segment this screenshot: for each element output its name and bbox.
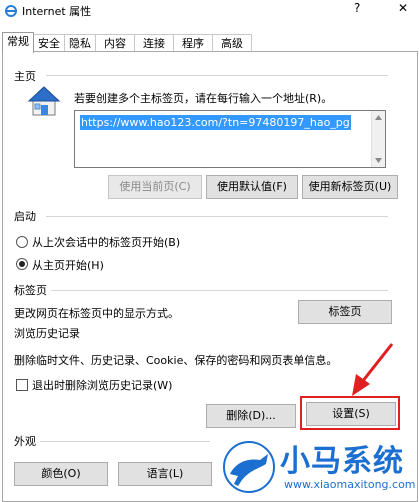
home-url-value: https://www.hao123.com/?tn=97480197_hao_… <box>80 115 351 130</box>
home-icon <box>27 86 61 116</box>
appearance-section-label: 外观 <box>14 433 40 449</box>
startup-radio-home[interactable] <box>16 258 28 270</box>
title-bar: Internet 属性 ? ✕ <box>0 0 420 28</box>
watermark-url: www.xiaomaxitong.com <box>284 478 416 491</box>
chevron-down-icon <box>375 158 382 163</box>
horse-logo-icon <box>223 441 275 493</box>
annotation-arrow-icon <box>352 343 394 396</box>
delete-history-button[interactable]: 删除(D)... <box>206 404 296 428</box>
tabs-description: 更改网页在标签页中的显示方式。 <box>14 307 179 320</box>
tabs-settings-button[interactable]: 标签页 <box>298 300 392 324</box>
watermark-text: 小马系统 <box>280 444 404 479</box>
close-button[interactable]: ✕ <box>398 1 408 15</box>
delete-on-exit-label: 退出时删除浏览历史记录(W) <box>32 379 173 392</box>
tab-content[interactable]: 内容 <box>95 34 135 52</box>
tab-advanced[interactable]: 高级 <box>212 34 252 52</box>
tab-privacy[interactable]: 隐私 <box>64 34 96 52</box>
home-url-textarea[interactable]: https://www.hao123.com/?tn=97480197_hao_… <box>74 110 386 168</box>
use-default-button[interactable]: 使用默认值(F) <box>206 175 298 199</box>
chevron-up-icon <box>375 115 382 120</box>
language-button[interactable]: 语言(L) <box>118 462 212 486</box>
watermark: 小马系统 www.xiaomaxitong.com <box>216 434 420 500</box>
home-hint: 若要创建多个主标签页，请在每行输入一个地址(R)。 <box>74 92 333 105</box>
color-button[interactable]: 颜色(O) <box>14 462 108 486</box>
divider <box>46 75 388 76</box>
startup-option-last-session: 从上次会话中的标签页开始(B) <box>32 236 181 249</box>
startup-radio-last-session[interactable] <box>16 236 28 248</box>
divider <box>50 290 388 291</box>
url-scrollbar[interactable] <box>371 111 385 167</box>
use-newtab-button[interactable]: 使用新标签页(U) <box>302 175 398 199</box>
startup-option-home: 从主页开始(H) <box>32 259 104 272</box>
window-title: Internet 属性 <box>22 5 92 18</box>
tab-connections[interactable]: 连接 <box>134 34 174 52</box>
history-section-label: 浏览历史记录 <box>14 325 84 341</box>
use-current-button[interactable]: 使用当前页(C) <box>108 175 202 199</box>
tab-security[interactable]: 安全 <box>33 34 65 52</box>
history-description: 删除临时文件、历史记录、Cookie、保存的密码和网页表单信息。 <box>14 354 338 367</box>
divider <box>46 216 388 217</box>
startup-section-label: 启动 <box>14 208 40 224</box>
internet-explorer-icon <box>5 5 17 17</box>
home-section-label: 主页 <box>14 68 40 84</box>
settings-highlight-box <box>300 396 400 430</box>
tab-programs[interactable]: 程序 <box>173 34 213 52</box>
help-button[interactable]: ? <box>354 1 360 15</box>
tab-general[interactable]: 常规 <box>2 32 34 53</box>
delete-on-exit-checkbox[interactable] <box>16 379 28 391</box>
tabs-section-label: 标签页 <box>14 282 51 298</box>
divider <box>40 441 210 442</box>
